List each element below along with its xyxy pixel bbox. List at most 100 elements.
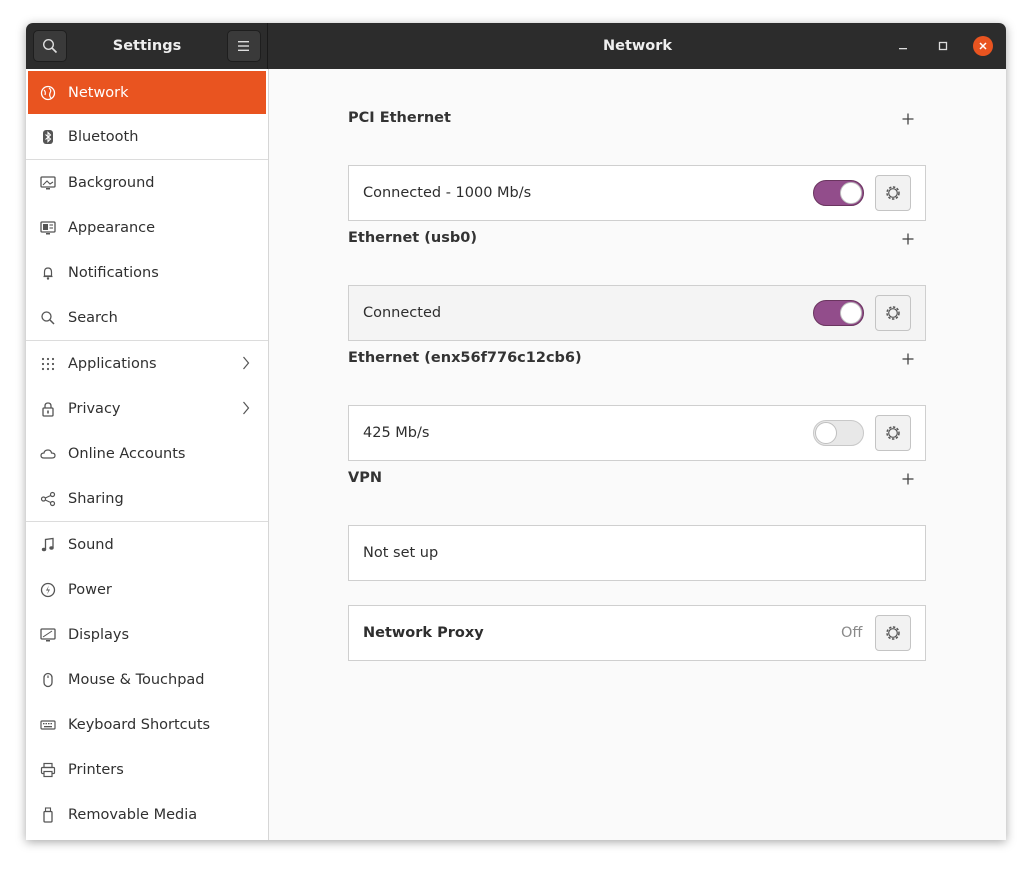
sidebar-item-keyboard-shortcuts[interactable]: Keyboard Shortcuts	[26, 702, 268, 747]
add-ethernet-enx-button[interactable]	[897, 348, 919, 370]
search-button[interactable]	[33, 30, 67, 62]
sidebar-item-label: Applications	[68, 355, 157, 372]
hamburger-icon	[238, 41, 249, 51]
network-proxy-row[interactable]: Network Proxy Off	[348, 605, 926, 661]
gear-icon	[886, 626, 900, 640]
maximize-button[interactable]	[933, 36, 953, 56]
ethernet-enx-row: 425 Mb/s	[348, 405, 926, 461]
plus-icon	[902, 233, 914, 245]
ethernet-usb0-toggle[interactable]	[813, 300, 864, 326]
add-vpn-button[interactable]	[897, 468, 919, 490]
lock-icon	[40, 401, 56, 417]
bluetooth-icon	[40, 129, 56, 145]
minimize-icon	[899, 48, 907, 50]
cloud-icon	[40, 446, 56, 462]
section-title-ethernet-usb0: Ethernet (usb0)	[348, 230, 477, 246]
sidebar-item-privacy[interactable]: Privacy	[26, 386, 268, 431]
section-title-ethernet-enx: Ethernet (enx56f776c12cb6)	[348, 350, 582, 366]
sidebar-header: Settings	[26, 23, 268, 69]
music-note-icon	[40, 537, 56, 553]
background-icon	[40, 175, 56, 191]
search-icon	[40, 310, 56, 326]
keyboard-icon	[40, 717, 56, 733]
vpn-row: Not set up	[348, 525, 926, 581]
sidebar-item-notifications[interactable]: Notifications	[26, 250, 268, 295]
printer-icon	[40, 762, 56, 778]
section-title-pci-ethernet: PCI Ethernet	[348, 110, 451, 126]
plus-icon	[902, 353, 914, 365]
add-pci-ethernet-button[interactable]	[897, 108, 919, 130]
sidebar-item-label: Background	[68, 174, 155, 191]
plus-icon	[902, 473, 914, 485]
sidebar-item-mouse-touchpad[interactable]: Mouse & Touchpad	[26, 657, 268, 702]
power-icon	[40, 582, 56, 598]
ethernet-enx-settings-button[interactable]	[875, 415, 911, 451]
sidebar-item-label: Search	[68, 309, 118, 326]
gear-icon	[886, 426, 900, 440]
section-title-vpn: VPN	[348, 470, 382, 486]
sidebar-item-label: Network	[68, 84, 129, 101]
sidebar-item-label: Keyboard Shortcuts	[68, 716, 211, 733]
sidebar-title: Settings	[112, 38, 182, 54]
chevron-right-icon	[242, 355, 250, 375]
sidebar-item-displays[interactable]: Displays	[26, 612, 268, 657]
header-bar: Settings Network	[26, 23, 1006, 69]
menu-button[interactable]	[227, 30, 261, 62]
sidebar-item-power[interactable]: Power	[26, 567, 268, 612]
gear-icon	[886, 186, 900, 200]
toggle-knob	[840, 182, 862, 204]
sidebar-item-background[interactable]: Background	[26, 160, 268, 205]
sidebar-item-sharing[interactable]: Sharing	[26, 476, 268, 521]
appearance-icon	[40, 220, 56, 236]
sidebar-item-label: Appearance	[68, 219, 156, 236]
sidebar-item-bluetooth[interactable]: Bluetooth	[26, 114, 268, 159]
sidebar: Network Bluetooth Background Appearance …	[26, 69, 269, 840]
close-icon	[979, 42, 987, 50]
connection-status: Connected - 1000 Mb/s	[363, 185, 532, 201]
vpn-status: Not set up	[363, 545, 439, 561]
connection-status: 425 Mb/s	[363, 425, 430, 441]
sidebar-item-label: Privacy	[68, 400, 121, 417]
network-panel: PCI Ethernet Connected - 1000 Mb/s Ether…	[269, 69, 1006, 840]
sidebar-item-appearance[interactable]: Appearance	[26, 205, 268, 250]
ethernet-usb0-row: Connected	[348, 285, 926, 341]
proxy-status: Off	[841, 625, 863, 641]
sidebar-item-label: Mouse & Touchpad	[68, 671, 205, 688]
apps-grid-icon	[40, 356, 56, 372]
add-ethernet-usb0-button[interactable]	[897, 228, 919, 250]
sidebar-item-label: Printers	[68, 761, 124, 778]
sidebar-item-search[interactable]: Search	[26, 295, 268, 340]
chevron-right-icon	[242, 400, 250, 420]
pci-ethernet-settings-button[interactable]	[875, 175, 911, 211]
removable-media-icon	[40, 806, 56, 823]
plus-icon	[902, 113, 914, 125]
toggle-knob	[815, 422, 837, 444]
sidebar-item-removable-media[interactable]: Removable Media	[26, 792, 268, 837]
gear-icon	[886, 306, 900, 320]
pci-ethernet-toggle[interactable]	[813, 180, 864, 206]
ethernet-usb0-settings-button[interactable]	[875, 295, 911, 331]
bell-icon	[40, 265, 56, 281]
close-button[interactable]	[973, 36, 993, 56]
sidebar-item-online-accounts[interactable]: Online Accounts	[26, 431, 268, 476]
pci-ethernet-row: Connected - 1000 Mb/s	[348, 165, 926, 221]
ethernet-enx-toggle[interactable]	[813, 420, 864, 446]
sidebar-item-label: Sound	[68, 536, 114, 553]
minimize-button[interactable]	[893, 36, 913, 56]
sidebar-item-label: Online Accounts	[68, 445, 186, 462]
maximize-icon	[938, 41, 948, 51]
connection-status: Connected	[363, 305, 442, 321]
sidebar-item-applications[interactable]: Applications	[26, 341, 268, 386]
settings-window: Settings Network Network Bluetooth Backg…	[26, 23, 1006, 840]
sidebar-item-network[interactable]: Network	[28, 71, 266, 114]
search-icon	[42, 38, 58, 54]
sidebar-item-label: Displays	[68, 626, 130, 643]
mouse-icon	[40, 672, 56, 688]
sidebar-item-label: Bluetooth	[68, 128, 139, 145]
network-proxy-label: Network Proxy	[363, 625, 484, 641]
sidebar-item-printers[interactable]: Printers	[26, 747, 268, 792]
sidebar-item-sound[interactable]: Sound	[26, 522, 268, 567]
sidebar-item-label: Notifications	[68, 264, 159, 281]
sidebar-item-label: Sharing	[68, 490, 124, 507]
network-proxy-settings-button[interactable]	[875, 615, 911, 651]
